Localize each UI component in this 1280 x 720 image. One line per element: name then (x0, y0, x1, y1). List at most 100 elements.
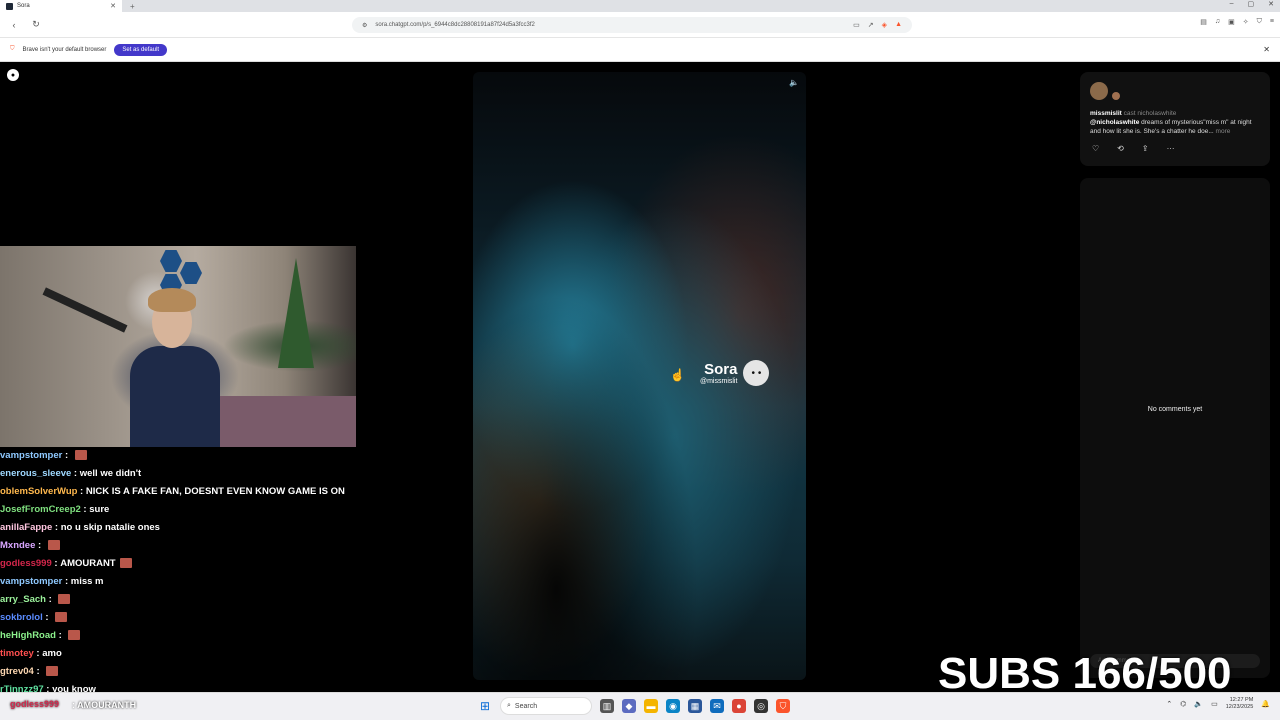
store-icon[interactable]: ▦ (688, 699, 702, 713)
avatar[interactable] (1090, 82, 1108, 100)
cameo-avatar[interactable] (1112, 92, 1120, 100)
minimize-icon[interactable]: – (1230, 0, 1234, 8)
post-mention[interactable]: @nicholaswhite (1090, 119, 1139, 126)
chat-separator: : (71, 467, 80, 479)
sidebar-icon[interactable]: ▤ (1200, 18, 1207, 26)
chat-message: vampstomper : (0, 446, 360, 464)
microphone-arm (42, 287, 128, 333)
mute-icon[interactable]: 🔈 (788, 78, 800, 90)
site-info-icon[interactable]: ⚙ (362, 22, 367, 29)
chat-text: miss m (70, 575, 104, 587)
extensions-icon[interactable]: ✧ (1243, 18, 1249, 26)
notification-icon[interactable]: 🔔 (1261, 700, 1270, 708)
brave-rewards-icon[interactable]: ▲ (895, 21, 902, 29)
post-cast[interactable]: cast nicholaswhite (1124, 110, 1177, 117)
chat-separator: : (62, 449, 71, 461)
back-icon[interactable]: ‹ (6, 20, 22, 30)
more-link[interactable]: more (1216, 128, 1231, 135)
menu-icon[interactable]: ≡ (1270, 18, 1274, 26)
comments-panel: No comments yet Add comment (1080, 178, 1270, 678)
task-view-icon[interactable]: ▥ (600, 699, 614, 713)
outlook-icon[interactable]: ✉ (710, 699, 724, 713)
video-player[interactable]: 🔈 Sora @missmislit • • ☝ (473, 72, 806, 680)
wall-hex (160, 250, 182, 272)
chat-message: sokbrolol : (0, 608, 360, 626)
browser-tab[interactable]: Sora ✕ (0, 0, 122, 12)
search-placeholder: Search (514, 702, 538, 710)
reload-icon[interactable]: ↻ (28, 19, 44, 30)
wall-hex (180, 262, 202, 284)
share-post-icon[interactable]: ⇪ (1142, 144, 1149, 153)
like-icon[interactable]: ♡ (1092, 144, 1099, 153)
clock[interactable]: 12:27 PM 12/23/2025 (1226, 697, 1254, 711)
taskbar-search[interactable]: ⌕ Search (500, 697, 592, 715)
post-actions: ♡ ⟲ ⇪ ··· (1090, 144, 1260, 153)
remix-icon[interactable]: ⟲ (1117, 144, 1124, 153)
brave-shields-icon[interactable]: ◈ (882, 21, 887, 29)
post-author-line: missmislit cast nicholaswhite (1090, 109, 1260, 118)
sora-logo-icon[interactable]: ● (7, 69, 19, 81)
chat-message: oblemSolverWup : NICK IS A FAKE FAN, DOE… (0, 482, 360, 500)
default-browser-infobar: ⛉ Brave isn't your default browser Set a… (0, 38, 1280, 62)
chat-text: sure (89, 503, 110, 515)
post-description: @nicholaswhite dreams of mysterious"miss… (1090, 118, 1260, 136)
emote-icon (46, 666, 59, 676)
search-icon: ⌕ (507, 702, 511, 709)
chat-message: Mxndee : (0, 536, 360, 554)
chat-username: vampstomper (0, 449, 63, 461)
media-icon[interactable]: ♫ (1215, 18, 1220, 26)
chat-username: anillaFappe (0, 521, 53, 533)
webcam-overlay (0, 246, 356, 447)
picture-in-picture-icon[interactable]: ▭ (853, 21, 860, 29)
edge-icon[interactable]: ◉ (666, 699, 680, 713)
new-tab-icon[interactable]: + (130, 2, 135, 11)
share-icon[interactable]: ↗ (868, 21, 874, 29)
chat-message: arry_Sach : (0, 590, 360, 608)
chat-text: amo (42, 647, 62, 659)
obs-icon[interactable]: ◎ (754, 699, 768, 713)
post-author[interactable]: missmislit (1090, 110, 1122, 117)
sora-favicon-icon (6, 2, 13, 10)
chat-username: JosefFromCreep2 (0, 503, 81, 515)
page-content: ● 🔈 Sora @missmislit • • ☝ missmislit ca… (0, 62, 1280, 695)
wallet-icon[interactable]: ▣ (1228, 18, 1235, 26)
no-comments-text: No comments yet (1147, 406, 1203, 413)
network-icon[interactable]: ⌬ (1180, 700, 1186, 708)
url-field[interactable]: ⚙ sora.chatgpt.com/p/s_6944c8dc28808191a… (352, 17, 912, 33)
windows-start-icon[interactable]: ⊞ (478, 699, 492, 713)
christmas-tree (278, 258, 314, 368)
set-default-button[interactable]: Set as default (114, 43, 168, 56)
chat-message: vampstomper : miss m (0, 572, 360, 590)
window-controls: – ▢ ✕ (1230, 0, 1274, 8)
chat-message: enerous_sleeve : well we didn't (0, 464, 360, 482)
chat-username: sokbrolol (0, 611, 43, 623)
brave-icon[interactable]: ⛉ (776, 699, 790, 713)
chat-separator: : (45, 593, 55, 605)
chat-username: arry_Sach (0, 593, 46, 605)
close-window-icon[interactable]: ✕ (1268, 0, 1274, 8)
chat-text: NICK IS A FAKE FAN, DOESNT EVEN KNOW GAM… (85, 485, 345, 497)
url-text: sora.chatgpt.com/p/s_6944c8dc28808191a87… (375, 22, 535, 28)
tray-chevron-icon[interactable]: ⌃ (1166, 700, 1172, 708)
chat-username: vampstomper (0, 575, 63, 587)
volume-icon[interactable]: 🔈 (1194, 700, 1203, 708)
chat-separator: : (42, 611, 52, 623)
app-icon[interactable]: ◆ (622, 699, 636, 713)
maximize-icon[interactable]: ▢ (1248, 0, 1255, 8)
chat-separator: : (55, 629, 65, 641)
taskbar: godless999 : AMOURANTH ⊞ ⌕ Search ▥ ◆ ▬ … (0, 692, 1280, 720)
file-explorer-icon[interactable]: ▬ (644, 699, 658, 713)
vpn-icon[interactable]: ⛉ (1257, 18, 1262, 26)
close-infobar-icon[interactable]: ✕ (1263, 45, 1270, 54)
emote-icon (58, 594, 71, 604)
chat-separator: : (35, 539, 44, 551)
chat-separator: : (77, 485, 86, 497)
emote-icon (74, 450, 87, 460)
address-bar: ‹ ↻ ⚙ sora.chatgpt.com/p/s_6944c8dc28808… (0, 12, 1280, 38)
more-options-icon[interactable]: ··· (1167, 144, 1175, 153)
chat-message: gtrev04 : (0, 662, 360, 680)
emote-icon (119, 558, 132, 568)
close-tab-icon[interactable]: ✕ (110, 2, 116, 10)
battery-icon[interactable]: ▭ (1211, 700, 1218, 708)
chrome-icon[interactable]: ● (732, 699, 746, 713)
